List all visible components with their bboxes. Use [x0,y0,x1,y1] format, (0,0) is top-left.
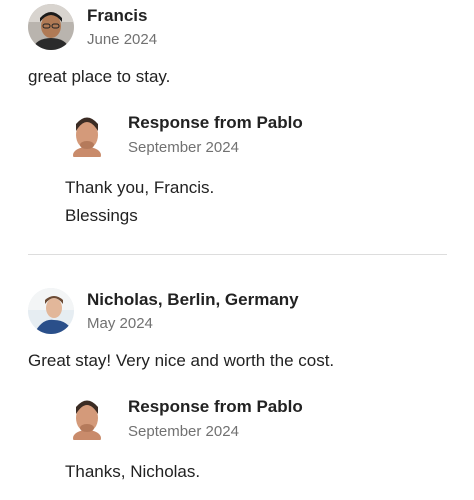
response-text-line: Thank you, Francis. [65,178,215,197]
response-text-line: Thanks, Nicholas. [65,462,201,481]
reviewer-avatar[interactable] [28,4,74,50]
reviewer-avatar[interactable] [28,288,74,334]
host-avatar-icon [66,111,108,157]
review-divider [28,254,447,255]
response-date: September 2024 [128,139,239,156]
response-text-line: Blessings [65,206,138,225]
response-title: Response from Pablo [128,113,303,132]
response-title: Response from Pablo [128,397,303,416]
response-date: September 2024 [128,423,239,440]
person-avatar-icon [28,288,74,334]
host-avatar[interactable] [66,111,108,157]
person-avatar-icon [28,4,74,50]
reviewer-name[interactable]: Francis [87,6,147,26]
review-date: June 2024 [87,31,158,48]
review-date: May 2024 [87,315,153,332]
host-avatar-icon [66,394,108,440]
host-avatar[interactable] [66,394,108,440]
reviewer-name[interactable]: Nicholas, Berlin, Germany [87,290,299,310]
review-text: great place to stay. [28,67,171,86]
reviews-page: Francis June 2024 great place to stay. R… [0,0,474,500]
review-text: Great stay! Very nice and worth the cost… [28,351,335,370]
